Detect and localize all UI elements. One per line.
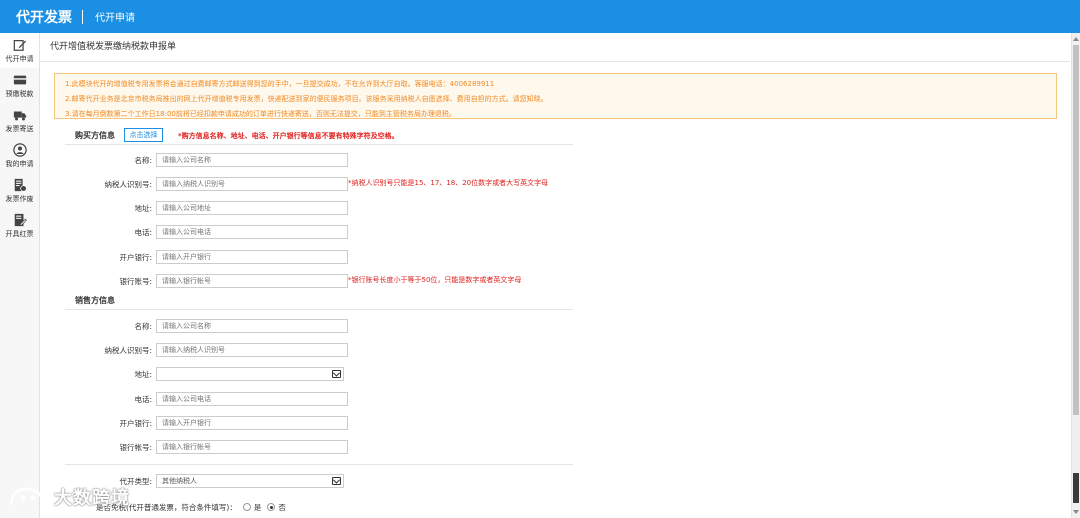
pick-buyer-button[interactable]: 点击选择 [124, 128, 163, 142]
sidebar-item-label: 代开申请 [5, 54, 34, 63]
field-label: 纳税人识别号: [104, 180, 152, 189]
field-label: 电话: [134, 395, 152, 404]
field-label: 银行账号: [119, 277, 152, 286]
title-divider [82, 9, 83, 24]
watermark-text: 大数跨境 [54, 488, 130, 509]
field-label: 开户银行: [119, 419, 152, 428]
buyer-taxid-input[interactable] [156, 177, 348, 191]
buyer-name-row: 名称: [40, 153, 600, 167]
sidebar-item-label: 预缴税款 [5, 89, 34, 98]
buyer-bank-input[interactable] [156, 250, 348, 264]
buyer-bank-row: 开户银行: [40, 250, 600, 264]
buyer-address-input[interactable] [156, 201, 348, 215]
notice-line: 1.此模块代开的增值税专用发票将会通过自费邮寄方式邮送得到您的手中，一旦提交成功… [65, 80, 495, 88]
sidebar-item-red-invoice[interactable]: 开具红票 [0, 208, 39, 243]
seller-section-heading: 销售方信息 [75, 296, 115, 305]
divider [65, 144, 573, 145]
card-icon [13, 75, 26, 84]
sidebar-item-prepay[interactable]: 预缴税款 [0, 68, 39, 103]
breadcrumb: 代开申请 [95, 13, 135, 24]
sidebar-item-label: 开具红票 [5, 229, 34, 238]
seller-address-row: 地址: [40, 367, 600, 381]
seller-bank-row: 开户银行: [40, 416, 600, 430]
scrollbar[interactable] [1071, 33, 1080, 518]
buyer-account-hint: *银行账号长度小于等于50位，只能是数字或者英文字母 [348, 276, 522, 284]
buyer-name-input[interactable] [156, 153, 348, 167]
app-title: 代开发票 [16, 9, 72, 26]
tax-exempt-no-radio[interactable] [267, 503, 276, 511]
scroll-up-icon[interactable] [1072, 35, 1080, 43]
divider [65, 464, 573, 465]
field-label: 地址: [134, 370, 152, 379]
red-invoice-icon [14, 213, 27, 226]
radio-label: 是 [253, 502, 262, 512]
scroll-down-icon[interactable] [1072, 508, 1080, 516]
buyer-phone-input[interactable] [156, 225, 348, 239]
watermark: 大数跨境 [8, 484, 130, 510]
chevron-down-icon[interactable] [332, 477, 341, 485]
seller-taxid-input[interactable] [156, 343, 348, 357]
sidebar: 代开申请 预缴税款 发票寄送 我的申请 发票作废 开具红票 [0, 33, 40, 518]
seller-phone-row: 电话: [40, 392, 600, 406]
notice-box: 1.此模块代开的增值税专用发票将会通过自费邮寄方式邮送得到您的手中，一旦提交成功… [54, 73, 1057, 119]
agent-type-select[interactable]: 其他纳税人 [156, 474, 344, 488]
field-label: 电话: [134, 228, 152, 237]
watermark-logo-icon [10, 487, 44, 506]
scroll-thumb-secondary[interactable] [1073, 473, 1079, 503]
field-label: 名称: [134, 322, 152, 331]
truck-icon [13, 111, 26, 120]
sidebar-item-label: 我的申请 [5, 159, 34, 168]
field-label: 开户银行: [119, 253, 152, 262]
field-label: 名称: [134, 156, 152, 165]
scroll-thumb[interactable] [1073, 45, 1079, 415]
seller-bank-input[interactable] [156, 416, 348, 430]
sidebar-item-invoice-void[interactable]: 发票作废 [0, 173, 39, 208]
buyer-address-row: 地址: [40, 201, 600, 215]
page-title: 代开增值税发票缴纳税款申报单 [40, 33, 1070, 62]
field-label: 地址: [134, 204, 152, 213]
field-label: 银行帐号: [119, 443, 152, 452]
field-label: 纳税人识别号: [104, 346, 152, 355]
divider [65, 309, 573, 310]
user-icon [12, 142, 27, 157]
seller-phone-input[interactable] [156, 392, 348, 406]
buyer-section-heading: 购买方信息 [75, 131, 115, 140]
buyer-phone-row: 电话: [40, 225, 600, 239]
seller-account-row: 银行帐号: [40, 440, 600, 454]
tax-exempt-yes-radio[interactable] [242, 503, 251, 511]
seller-account-input[interactable] [156, 440, 348, 454]
sidebar-item-my-applications[interactable]: 我的申请 [0, 138, 39, 173]
seller-name-input[interactable] [156, 319, 348, 333]
radio-label: 否 [278, 502, 286, 512]
buyer-taxid-hint: *纳税人识别号只能是15、17、18、20位数字或者大写英文字母 [348, 179, 549, 187]
main-content: 代开增值税发票缴纳税款申报单 1.此模块代开的增值税专用发票将会通过自费邮寄方式… [40, 33, 1070, 518]
sidebar-item-label: 发票作废 [5, 194, 34, 203]
seller-name-row: 名称: [40, 319, 600, 333]
notice-line: 2.邮寄代开业务是北京市税务局推出的网上代开增值税专用发票，快递配送到家的便民服… [65, 95, 548, 103]
sidebar-item-apply[interactable]: 代开申请 [0, 33, 39, 68]
edit-icon [13, 39, 26, 51]
seller-address-select[interactable] [156, 367, 344, 381]
seller-taxid-row: 纳税人识别号: [40, 343, 600, 357]
chevron-down-icon[interactable] [332, 370, 341, 378]
buyer-taxid-row: 纳税人识别号: *纳税人识别号只能是15、17、18、20位数字或者大写英文字母 [40, 177, 600, 191]
select-value: 其他纳税人 [162, 477, 197, 485]
buyer-account-row: 银行账号: *银行账号长度小于等于50位，只能是数字或者英文字母 [40, 274, 600, 288]
top-bar: 代开发票 代开申请 [0, 0, 1080, 33]
notice-line: 3.请在每月倒数第二个工作日18:00前将已经扣款申请成功的订单进行快递寄送，否… [65, 110, 456, 118]
sidebar-item-label: 发票寄送 [5, 124, 34, 133]
sidebar-item-delivery[interactable]: 发票寄送 [0, 103, 39, 138]
buyer-account-input[interactable] [156, 274, 348, 288]
buyer-warning: *购方信息名称、地址、电话、开户银行等信息不要有特殊字符及空格。 [178, 132, 399, 140]
invoice-void-icon [14, 178, 27, 192]
